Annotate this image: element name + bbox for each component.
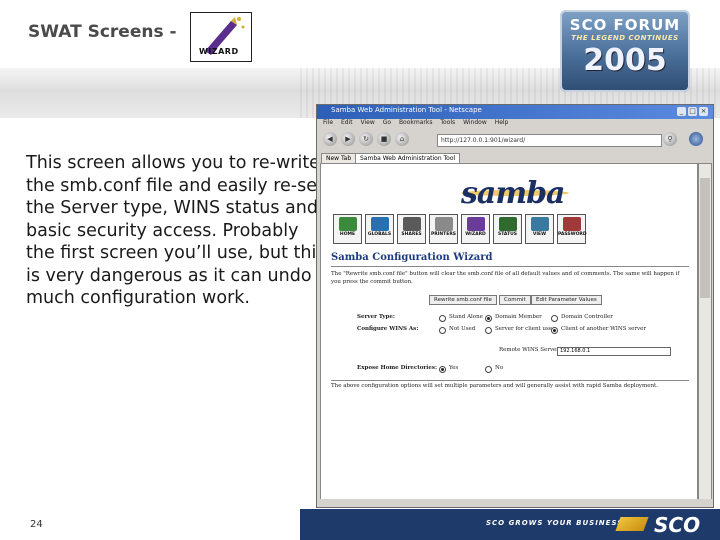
commit-button[interactable]: Commit — [499, 295, 531, 305]
remote-wins-input[interactable]: 192.168.0.1 — [557, 347, 671, 356]
tool-shares[interactable]: SHARES — [397, 214, 426, 244]
footer-tagline: SCO GROWS YOUR BUSINESS — [486, 519, 624, 527]
page-number: 24 — [30, 519, 43, 530]
tool-status[interactable]: STATUS — [493, 214, 522, 244]
wins-not-used-radio[interactable] — [439, 327, 446, 334]
home-icon — [338, 217, 357, 231]
samba-logo: samba — [461, 176, 569, 211]
wins-not-used-label: Not Used — [449, 326, 476, 332]
home-dirs-yes-radio[interactable] — [439, 366, 446, 373]
menu-edit[interactable]: Edit — [341, 119, 353, 126]
close-button[interactable]: × — [699, 107, 708, 116]
server-type-member-label: Domain Member — [495, 314, 542, 320]
server-type-standalone-label: Stand Alone — [449, 314, 483, 320]
view-icon — [530, 217, 549, 231]
page-content: samba HOME GLOBALS SHARES PRINTERS WIZAR… — [320, 163, 698, 501]
browser-statusbar — [317, 499, 713, 507]
printer-icon — [434, 217, 453, 231]
tool-home[interactable]: HOME — [333, 214, 362, 244]
vertical-scrollbar[interactable] — [698, 163, 712, 501]
wins-client-label: Client of another WINS server — [561, 326, 646, 332]
menu-go[interactable]: Go — [383, 119, 391, 126]
menu-bar: File Edit View Go Bookmarks Tools Window… — [317, 119, 713, 129]
wizard-logo-label: WIZARD — [199, 47, 239, 56]
wizard-description: The "Rewrite smb.conf file" button will … — [331, 271, 680, 285]
rewrite-button[interactable]: Rewrite smb.conf file — [429, 295, 497, 305]
menu-bookmarks[interactable]: Bookmarks — [399, 119, 433, 126]
home-dirs-no-label: No — [495, 365, 504, 371]
wins-client-radio[interactable] — [551, 327, 558, 334]
reload-icon[interactable]: ↻ — [359, 132, 373, 146]
sco-logo-text: SCO — [654, 513, 701, 537]
tab-swat[interactable]: Samba Web Administration Tool — [355, 153, 461, 163]
globe-icon — [370, 217, 389, 231]
maximize-button[interactable]: □ — [688, 107, 697, 116]
menu-help[interactable]: Help — [495, 119, 509, 126]
shares-icon — [402, 217, 421, 231]
sco-logo-mark-icon — [615, 517, 649, 531]
wins-server-label: Server for client use — [495, 326, 553, 332]
forum-badge-year: 2005 — [583, 43, 667, 78]
browser-window: Samba Web Administration Tool - Netscape… — [316, 104, 714, 508]
wins-label: Configure WINS As: — [357, 326, 419, 332]
menu-window[interactable]: Window — [463, 119, 487, 126]
navigation-toolbar: ◀ ▶ ↻ ■ ⌂ http://127.0.0.1:901/wizard/ ⚲ — [317, 129, 713, 151]
home-icon[interactable]: ⌂ — [395, 132, 409, 146]
slide-body-text: This screen allows you to re-write the s… — [26, 153, 326, 308]
wizard-footer-note: The above configuration options will set… — [331, 383, 659, 389]
sco-logo: SCO — [614, 509, 714, 540]
menu-tools[interactable]: Tools — [440, 119, 455, 126]
status-icon — [498, 217, 517, 231]
window-title: Samba Web Administration Tool - Netscape — [331, 106, 482, 114]
minimize-button[interactable]: _ — [677, 107, 686, 116]
forum-badge-title: SCO FORUM — [569, 16, 681, 34]
server-type-standalone-radio[interactable] — [439, 315, 446, 322]
wizard-heading: Samba Configuration Wizard — [331, 252, 493, 263]
search-icon[interactable]: ⚲ — [663, 132, 677, 146]
server-type-controller-label: Domain Controller — [561, 314, 613, 320]
tool-globals[interactable]: GLOBALS — [365, 214, 394, 244]
slide-title: SWAT Screens - — [28, 22, 177, 42]
netscape-throbber-icon — [689, 132, 703, 146]
menu-view[interactable]: View — [361, 119, 375, 126]
scrollbar-thumb[interactable] — [700, 178, 710, 298]
home-dirs-no-radio[interactable] — [485, 366, 492, 373]
tool-password[interactable]: PASSWORD — [557, 214, 587, 244]
wins-server-radio[interactable] — [485, 327, 492, 334]
server-type-controller-radio[interactable] — [551, 315, 558, 322]
tool-printers[interactable]: PRINTERS — [429, 214, 458, 244]
divider — [331, 266, 689, 267]
home-dirs-label: Expose Home Directories: — [357, 365, 438, 371]
wizard-icon — [466, 217, 485, 231]
tab-bar: New Tab Samba Web Administration Tool — [317, 151, 713, 163]
remote-wins-label: Remote WINS Server — [499, 347, 559, 353]
tool-wizard[interactable]: WIZARD — [461, 214, 490, 244]
sco-forum-badge: SCO FORUM THE LEGEND CONTINUES 2005 — [560, 10, 690, 92]
password-icon — [562, 217, 581, 231]
forum-badge-tagline: THE LEGEND CONTINUES — [571, 34, 679, 42]
url-input[interactable]: http://127.0.0.1:901/wizard/ — [437, 134, 662, 147]
wizard-logo: WIZARD — [190, 12, 252, 62]
tool-view[interactable]: VIEW — [525, 214, 554, 244]
server-type-label: Server Type: — [357, 314, 395, 320]
home-dirs-yes-label: Yes — [449, 365, 459, 371]
server-type-member-radio[interactable] — [485, 315, 492, 322]
forward-icon[interactable]: ▶ — [341, 132, 355, 146]
back-icon[interactable]: ◀ — [323, 132, 337, 146]
browser-titlebar: Samba Web Administration Tool - Netscape… — [317, 105, 713, 119]
edit-parameters-button[interactable]: Edit Parameter Values — [531, 295, 602, 305]
divider — [331, 380, 689, 381]
samba-logo-text: samba — [461, 176, 565, 211]
stop-icon[interactable]: ■ — [377, 132, 391, 146]
tab-new[interactable]: New Tab — [321, 153, 357, 163]
menu-file[interactable]: File — [323, 119, 333, 126]
